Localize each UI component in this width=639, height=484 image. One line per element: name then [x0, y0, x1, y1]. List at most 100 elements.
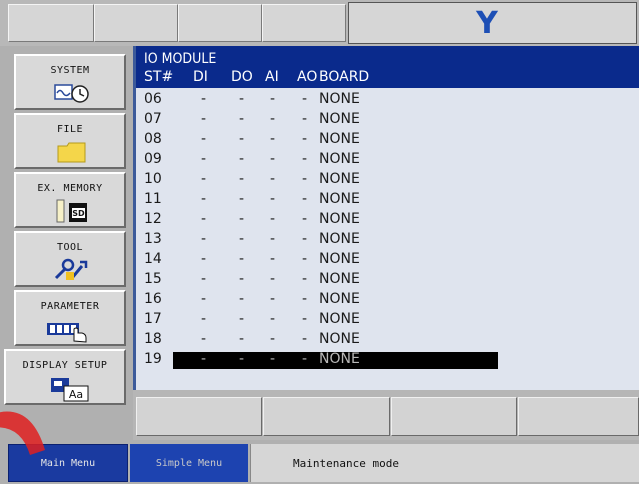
cell-ai: -	[270, 351, 276, 367]
cell-ai: -	[270, 171, 276, 187]
cell-board: NONE	[319, 231, 360, 247]
cell-do: -	[239, 351, 245, 367]
table-row[interactable]: 06- - - - NONE	[136, 90, 639, 110]
table-row[interactable]: 18- - - - NONE	[136, 330, 639, 350]
svg-text:Aa: Aa	[69, 388, 83, 401]
menu-ex-memory-button[interactable]: EX. MEMORY SD	[14, 172, 126, 228]
column-header-di: DI	[193, 69, 208, 85]
table-row[interactable]: 10- - - - NONE	[136, 170, 639, 190]
cell-ao: -	[302, 171, 308, 187]
menu-parameter-button[interactable]: PARAMETER	[14, 290, 126, 346]
cell-ao: -	[302, 91, 308, 107]
cell-do: -	[239, 211, 245, 227]
menu-tool-label: TOOL	[56, 242, 84, 253]
cell-ai: -	[270, 291, 276, 307]
cell-di: -	[201, 231, 207, 247]
top-button-2[interactable]	[94, 4, 178, 42]
cell-ai: -	[270, 151, 276, 167]
cell-di: -	[201, 271, 207, 287]
cell-di: -	[201, 331, 207, 347]
top-button-1[interactable]	[8, 4, 94, 42]
cell-ao: -	[302, 231, 308, 247]
cell-di: -	[201, 171, 207, 187]
io-module-panel: IO MODULE ST# DI DO AI AO BOARD 06- - - - NO…	[133, 46, 639, 390]
cell-board: NONE	[319, 191, 360, 207]
cell-board: NONE	[319, 151, 360, 167]
left-menu-panel: SYSTEM FILE EX. MEMORY SD TOOL PARAMETER…	[0, 46, 133, 440]
menu-file-button[interactable]: FILE	[14, 113, 126, 169]
cell-do: -	[239, 311, 245, 327]
table-row[interactable]: 13- - - - NONE	[136, 230, 639, 250]
column-header-ai: AI	[265, 69, 279, 85]
cell-do: -	[239, 331, 245, 347]
cell-ao: -	[302, 151, 308, 167]
parameter-hand-icon	[46, 317, 90, 347]
cell-ao: -	[302, 291, 308, 307]
cell-di: -	[201, 151, 207, 167]
cell-board: NONE	[319, 331, 360, 347]
menu-file-label: FILE	[56, 124, 84, 135]
function-button-2[interactable]	[263, 397, 390, 436]
table-row[interactable]: 16- - - - NONE	[136, 290, 639, 310]
table-row[interactable]: 11- - - - NONE	[136, 190, 639, 210]
menu-system-button[interactable]: SYSTEM	[14, 54, 126, 110]
table-row-selected[interactable]: 19- - - - NONE	[136, 350, 639, 370]
cell-do: -	[239, 111, 245, 127]
cell-ao: -	[302, 351, 308, 367]
cell-ao: -	[302, 311, 308, 327]
cell-do: -	[239, 251, 245, 267]
cell-st: 18	[144, 331, 162, 347]
cell-do: -	[239, 191, 245, 207]
top-button-4[interactable]	[262, 4, 346, 42]
function-button-4[interactable]	[518, 397, 639, 436]
menu-ex-memory-label: EX. MEMORY	[37, 183, 103, 194]
cell-st: 11	[144, 191, 162, 207]
column-header-st: ST#	[144, 69, 174, 85]
cell-do: -	[239, 171, 245, 187]
cell-ai: -	[270, 111, 276, 127]
cell-st: 13	[144, 231, 162, 247]
cell-st: 16	[144, 291, 162, 307]
function-button-strip	[133, 390, 639, 440]
status-bar: Main Menu Simple Menu Maintenance mode	[0, 440, 639, 484]
table-row[interactable]: 14- - - - NONE	[136, 250, 639, 270]
cell-ai: -	[270, 131, 276, 147]
brand-logo: Y	[476, 5, 499, 41]
cell-di: -	[201, 311, 207, 327]
simple-menu-button[interactable]: Simple Menu	[130, 444, 248, 482]
column-header-board: BOARD	[319, 69, 370, 85]
top-button-3[interactable]	[178, 4, 262, 42]
column-header-do: DO	[231, 69, 253, 85]
function-button-1[interactable]	[136, 397, 262, 436]
cell-ao: -	[302, 211, 308, 227]
table-row[interactable]: 09- - - - NONE	[136, 150, 639, 170]
cell-ao: -	[302, 111, 308, 127]
cell-board: NONE	[319, 211, 360, 227]
table-row[interactable]: 12- - - - NONE	[136, 210, 639, 230]
cell-board: NONE	[319, 351, 360, 367]
cell-st: 15	[144, 271, 162, 287]
cell-board: NONE	[319, 131, 360, 147]
cell-ao: -	[302, 331, 308, 347]
cell-di: -	[201, 131, 207, 147]
cell-ai: -	[270, 211, 276, 227]
table-row[interactable]: 08- - - - NONE	[136, 130, 639, 150]
function-button-3[interactable]	[391, 397, 517, 436]
table-row[interactable]: 17- - - - NONE	[136, 310, 639, 330]
cell-do: -	[239, 231, 245, 247]
cell-st: 10	[144, 171, 162, 187]
menu-tool-button[interactable]: TOOL	[14, 231, 126, 287]
table-row[interactable]: 15- - - - NONE	[136, 270, 639, 290]
cell-board: NONE	[319, 271, 360, 287]
cell-ai: -	[270, 191, 276, 207]
cell-ao: -	[302, 271, 308, 287]
cell-do: -	[239, 291, 245, 307]
page-title: IO MODULE	[144, 51, 217, 67]
cell-ai: -	[270, 251, 276, 267]
cell-di: -	[201, 351, 207, 367]
mode-text: Maintenance mode	[293, 457, 399, 470]
table-row[interactable]: 07- - - - NONE	[136, 110, 639, 130]
system-clock-icon	[54, 81, 90, 109]
cell-ai: -	[270, 311, 276, 327]
cell-ao: -	[302, 251, 308, 267]
